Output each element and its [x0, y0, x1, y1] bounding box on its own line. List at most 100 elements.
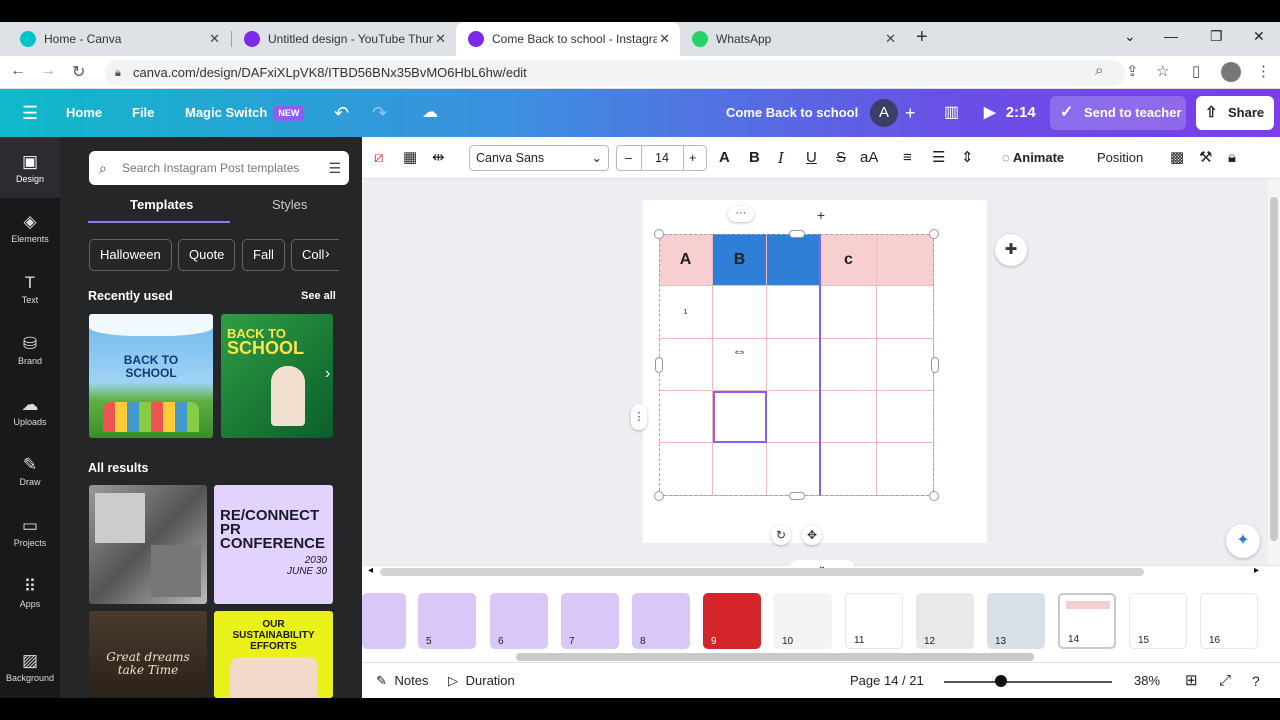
hamburger-menu-icon[interactable]: ☰: [22, 89, 38, 137]
table-element[interactable]: A B c 1 ⇔: [659, 234, 934, 496]
resize-handle-right[interactable]: [931, 357, 939, 373]
font-size-value[interactable]: 14: [655, 146, 669, 170]
move-icon[interactable]: ✥: [802, 525, 822, 545]
page-thumbnail[interactable]: 12: [916, 593, 974, 649]
bold-icon[interactable]: B: [749, 137, 760, 179]
canvas-vertical-scrollbar[interactable]: [1268, 179, 1280, 565]
tab-styles[interactable]: Styles: [272, 197, 307, 212]
resize-handle-left[interactable]: [655, 357, 663, 373]
grid-view-icon[interactable]: ⊞: [1185, 663, 1198, 699]
transparency-checker-icon[interactable]: ▩: [1170, 137, 1184, 179]
rotate-icon[interactable]: ↻: [771, 525, 791, 545]
align-center-icon[interactable]: ≡: [903, 137, 912, 179]
add-page-plus-icon[interactable]: +: [812, 206, 830, 224]
zoom-slider-knob[interactable]: [995, 675, 1007, 687]
text-color-icon[interactable]: A: [719, 137, 730, 179]
template-search-input[interactable]: ⌕ Search Instagram Post templates ☰: [89, 151, 349, 185]
share-button[interactable]: ⇧ Share: [1196, 96, 1274, 130]
scroll-right-icon[interactable]: ▸: [1254, 565, 1259, 576]
filter-sliders-icon[interactable]: ☰: [328, 151, 341, 185]
insights-chart-icon[interactable]: ▥: [944, 89, 959, 137]
url-field[interactable]: 🔒︎ canva.com/design/DAFxiXLpVK8/ITBD56BN…: [105, 60, 1125, 86]
zoom-magnifier-icon[interactable]: ⌕: [1095, 62, 1103, 79]
redo-icon[interactable]: ↷: [372, 89, 387, 137]
font-size-increase-button[interactable]: +: [689, 146, 696, 170]
tab-search-chevron-icon[interactable]: ⌄: [1124, 28, 1136, 45]
font-size-stepper[interactable]: – 14 +: [616, 145, 707, 171]
rail-item-text[interactable]: T Text: [0, 273, 60, 305]
add-collaborator-icon[interactable]: +: [905, 89, 916, 137]
template-thumb-sustainability[interactable]: OUR SUSTAINABILITY EFFORTS: [214, 611, 333, 698]
page-thumbnail[interactable]: 13: [987, 593, 1045, 649]
page-thumbnail[interactable]: 16: [1200, 593, 1258, 649]
page-thumbnail[interactable]: [362, 593, 406, 649]
animate-button[interactable]: ◌ Animate: [1002, 137, 1064, 179]
magic-assistant-sparkle-icon[interactable]: ✦: [1226, 524, 1260, 558]
pages-scroll-thumb[interactable]: [516, 653, 1034, 661]
undo-icon[interactable]: ↶: [334, 89, 349, 137]
bullet-list-icon[interactable]: ☰: [932, 137, 945, 179]
lock-icon[interactable]: 🔒︎: [1228, 137, 1236, 179]
chip-halloween[interactable]: Halloween: [89, 239, 172, 271]
italic-icon[interactable]: I: [778, 137, 784, 179]
spacing-icon[interactable]: ⇹: [432, 137, 445, 179]
rail-item-design[interactable]: ▣ Design: [0, 137, 60, 198]
minimize-window-icon[interactable]: —: [1164, 28, 1178, 44]
underline-icon[interactable]: U: [806, 137, 817, 179]
close-tab-icon[interactable]: ✕: [885, 31, 896, 47]
browser-menu-icon[interactable]: ⋮: [1256, 62, 1271, 80]
resize-handle-top[interactable]: [789, 230, 805, 238]
browser-tab-whatsapp[interactable]: WhatsApp ✕: [680, 22, 906, 56]
table-grid-icon[interactable]: ▦: [403, 137, 417, 179]
close-tab-icon[interactable]: ✕: [209, 31, 220, 47]
page-indicator[interactable]: Page 14 / 21: [850, 663, 924, 699]
design-title[interactable]: Come Back to school: [726, 89, 858, 137]
duration-button[interactable]: ▷ Duration: [448, 663, 515, 699]
back-arrow-icon[interactable]: ←: [10, 62, 26, 80]
recent-next-chevron-icon[interactable]: ›: [325, 365, 330, 383]
chip-quote[interactable]: Quote: [178, 239, 236, 271]
resize-handle-bottom[interactable]: [789, 492, 805, 500]
template-thumb-back-to-school-green[interactable]: BACK TO SCHOOL: [221, 314, 333, 438]
template-thumb-great-dreams[interactable]: Great dreams take Time: [89, 611, 207, 698]
close-tab-icon[interactable]: ✕: [435, 31, 446, 47]
see-all-link[interactable]: See all: [301, 290, 336, 302]
page-thumbnail[interactable]: 8: [632, 593, 690, 649]
position-button[interactable]: Position: [1097, 137, 1143, 179]
copy-style-paint-roller-icon[interactable]: ⚒: [1199, 137, 1212, 179]
rail-item-brand[interactable]: ⛁ Brand: [0, 334, 60, 366]
side-panel-icon[interactable]: ▯: [1192, 62, 1200, 80]
close-window-icon[interactable]: ✕: [1253, 28, 1265, 45]
rail-item-elements[interactable]: ◈ Elements: [0, 212, 60, 244]
zoom-percentage[interactable]: 38%: [1134, 663, 1160, 699]
new-tab-icon[interactable]: +: [916, 26, 928, 49]
line-spacing-icon[interactable]: ⇕: [961, 137, 974, 179]
browser-tab-home[interactable]: Home - Canva ✕: [8, 22, 230, 56]
browser-tab-youtube-thumbnail[interactable]: Untitled design - YouTube Thum ✕: [232, 22, 456, 56]
comment-add-icon[interactable]: ✚: [995, 234, 1027, 266]
page-thumbnail[interactable]: 7: [561, 593, 619, 649]
magic-switch-button[interactable]: Magic Switch NEW: [185, 89, 305, 137]
profile-avatar[interactable]: [1221, 62, 1241, 82]
resize-handle-bottom-right[interactable]: [929, 491, 939, 501]
share-page-icon[interactable]: ⇪: [1126, 62, 1139, 80]
chip-fall[interactable]: Fall: [242, 239, 285, 271]
file-menu-button[interactable]: File: [132, 89, 154, 137]
table-row-options-icon[interactable]: ⋮: [631, 404, 647, 430]
restore-window-icon[interactable]: ❐: [1210, 28, 1223, 45]
template-thumb-back-to-school-blue[interactable]: BACK TO SCHOOL: [89, 314, 213, 438]
page-thumbnail[interactable]: 15: [1129, 593, 1187, 649]
font-size-decrease-button[interactable]: –: [625, 146, 632, 170]
bookmark-star-icon[interactable]: ☆: [1156, 62, 1169, 80]
chip-collection[interactable]: Coll: [291, 239, 339, 271]
letter-case-icon[interactable]: aA: [860, 137, 878, 179]
resize-handle-bottom-left[interactable]: [654, 491, 664, 501]
chips-next-chevron-icon[interactable]: ›: [325, 245, 330, 261]
cloud-save-icon[interactable]: ☁: [422, 89, 438, 137]
browser-tab-come-back-to-school[interactable]: Come Back to school - Instagra ✕: [456, 22, 680, 56]
more-options-icon[interactable]: ···: [728, 206, 754, 222]
rail-item-apps[interactable]: ⠿ Apps: [0, 577, 60, 609]
resize-handle-top-right[interactable]: [929, 229, 939, 239]
notes-button[interactable]: ✎ Notes: [376, 663, 429, 699]
color-none-swatch-icon[interactable]: ⧄: [374, 137, 384, 179]
